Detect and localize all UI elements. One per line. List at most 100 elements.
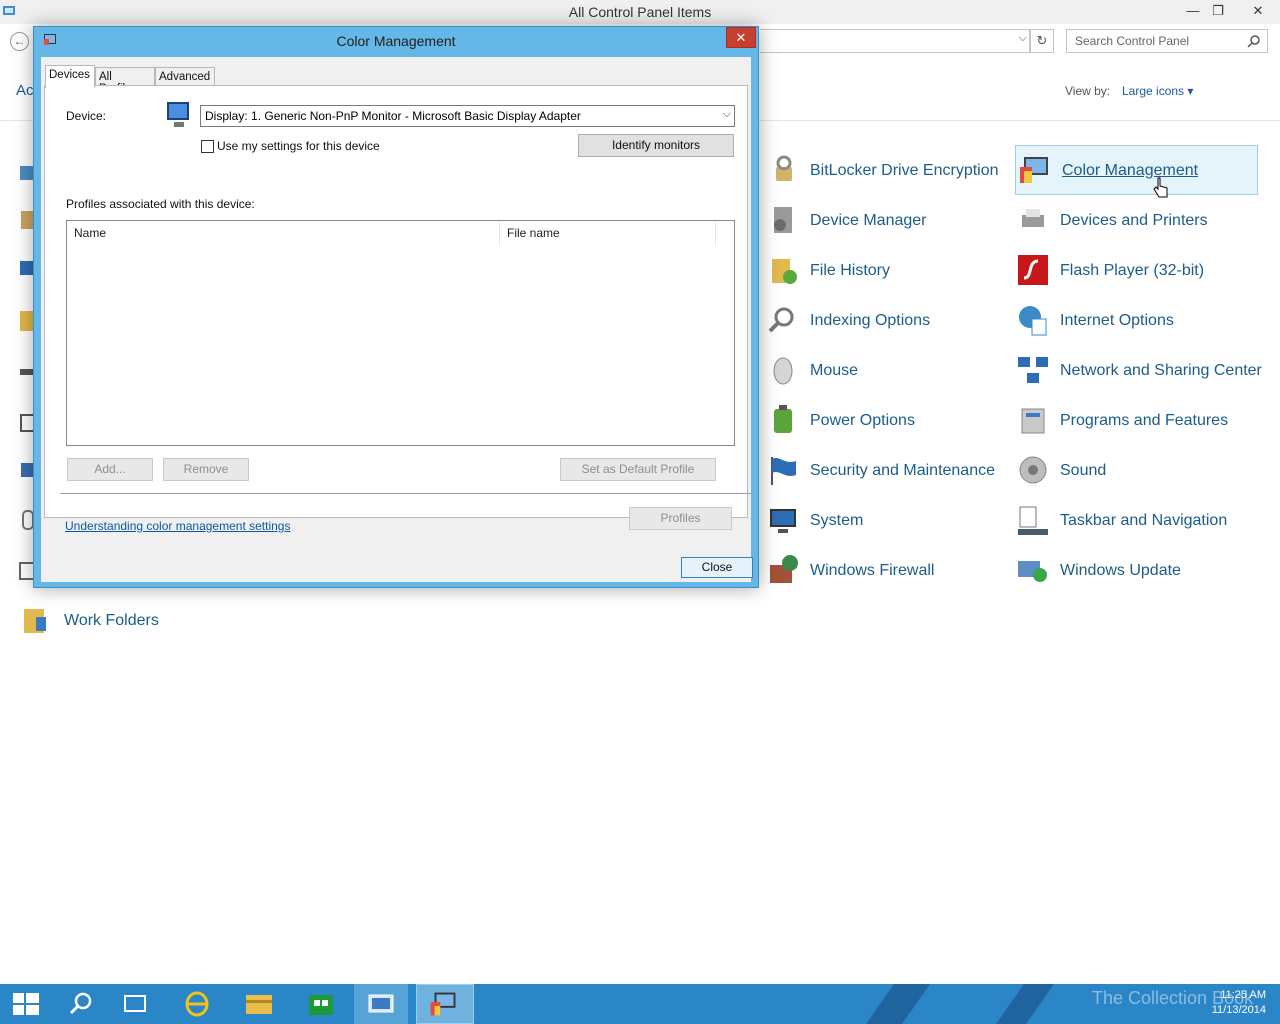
file-history-icon — [772, 259, 797, 284]
cp-item-sound[interactable]: Sound — [1016, 447, 1106, 493]
cp-item-label: Flash Player (32-bit) — [1060, 261, 1205, 279]
cp-item-flash-player[interactable]: Flash Player (32-bit) — [1016, 247, 1204, 293]
cp-item-devices-printers[interactable]: Devices and Printers — [1016, 197, 1208, 243]
color-management-taskbar-icon[interactable] — [416, 984, 474, 1024]
cp-item-label: Programs and Features — [1060, 411, 1229, 429]
cp-item-file-history[interactable]: File History — [766, 247, 890, 293]
cp-item-taskbar-navigation[interactable]: Taskbar and Navigation — [1016, 497, 1227, 543]
wallpaper-stripe — [865, 984, 931, 1024]
devices-printers-icon — [1022, 209, 1044, 227]
window-title: All Control Panel Items — [568, 4, 712, 20]
cp-item-system[interactable]: System — [766, 497, 863, 543]
add-button[interactable]: Add... — [67, 458, 153, 481]
column-header-name[interactable]: Name — [67, 221, 500, 245]
cp-item-network-sharing[interactable]: Network and Sharing Center — [1016, 347, 1262, 393]
chevron-down-icon[interactable]: ⌵ — [1019, 32, 1027, 45]
work-folders-icon — [24, 609, 46, 633]
close-button[interactable]: Close — [681, 557, 753, 578]
view-by-dropdown[interactable]: Large icons ▾ — [1122, 84, 1193, 98]
cp-item-bitlocker[interactable]: BitLocker Drive Encryption — [766, 147, 999, 193]
device-dropdown-value: Display: 1. Generic Non-PnP Monitor - Mi… — [205, 109, 581, 123]
indexing-options-icon — [768, 307, 794, 333]
store-icon[interactable] — [294, 984, 348, 1024]
cp-item-indexing-options[interactable]: Indexing Options — [766, 297, 930, 343]
cp-item-windows-firewall[interactable]: Windows Firewall — [766, 547, 934, 593]
cp-item-label: File History — [810, 261, 891, 279]
cp-item-label: Power Options — [810, 411, 915, 429]
taskbar: The Collection Book 11:25 AM 11/13/2014 — [0, 984, 1280, 1024]
cp-item-label: Windows Update — [1060, 561, 1181, 579]
address-field[interactable]: ⌵ — [760, 29, 1030, 53]
search-input[interactable]: Search Control Panel — [1066, 29, 1268, 53]
divider — [60, 493, 752, 494]
identify-monitors-button[interactable]: Identify monitors — [578, 134, 734, 157]
bitlocker-icon — [776, 155, 792, 181]
cp-item-label: Device Manager — [810, 211, 927, 229]
cp-item-label: BitLocker Drive Encryption — [810, 161, 999, 179]
cp-item-label: System — [810, 511, 864, 529]
cp-item-work-folders[interactable]: Work Folders — [20, 597, 159, 643]
set-default-profile-button[interactable]: Set as Default Profile — [560, 458, 716, 481]
column-header-file-name[interactable]: File name — [500, 221, 716, 245]
device-dropdown[interactable]: Display: 1. Generic Non-PnP Monitor - Mi… — [200, 105, 735, 127]
cp-item-mouse[interactable]: Mouse — [766, 347, 858, 393]
file-explorer-icon[interactable] — [232, 984, 286, 1024]
tab-advanced[interactable]: Advanced — [155, 67, 215, 87]
chevron-down-icon[interactable]: ⌵ — [723, 108, 731, 121]
cp-item-label: Mouse — [810, 361, 859, 379]
search-icon[interactable] — [1247, 34, 1261, 48]
sound-icon — [1019, 456, 1047, 484]
device-manager-icon — [774, 207, 792, 233]
wallpaper-stripe — [995, 984, 1055, 1024]
cp-item-label: Security and Maintenance — [810, 461, 995, 479]
profiles-button[interactable]: Profiles — [629, 507, 732, 530]
use-my-settings-checkbox[interactable] — [201, 140, 214, 153]
network-sharing-icon — [1018, 357, 1048, 383]
cp-item-label: Color Management — [1062, 161, 1199, 179]
cp-item-security-maintenance[interactable]: Security and Maintenance — [766, 447, 995, 493]
cp-item-label: Network and Sharing Center — [1060, 361, 1262, 379]
programs-features-icon — [1021, 408, 1045, 434]
windows-firewall-icon — [770, 555, 798, 583]
power-options-icon — [774, 405, 792, 433]
tab-devices[interactable]: Devices — [45, 65, 95, 88]
remove-button[interactable]: Remove — [163, 458, 249, 481]
breadcrumb[interactable]: Ac — [16, 82, 34, 99]
cp-item-color-management[interactable]: Color Management — [1015, 145, 1258, 198]
cp-item-label: Work Folders — [64, 611, 159, 629]
windows-update-icon — [1018, 561, 1047, 582]
start-windows-icon[interactable] — [0, 984, 54, 1024]
use-my-settings-label: Use my settings for this device — [217, 139, 380, 153]
cp-item-power-options[interactable]: Power Options — [766, 397, 915, 443]
control-panel-titlebar: All Control Panel Items — ❐ ✕ — [0, 0, 1280, 24]
internet-explorer-icon[interactable] — [170, 984, 224, 1024]
clock[interactable]: 11:25 AM 11/13/2014 — [1212, 988, 1266, 1018]
task-view-icon[interactable] — [108, 984, 162, 1024]
internet-options-icon — [1019, 306, 1047, 336]
window-close-button[interactable]: ✕ — [1240, 0, 1276, 22]
devices-tab-panel: Device: Display: 1. Generic Non-PnP Moni… — [44, 85, 752, 518]
understanding-color-link[interactable]: Understanding color management settings — [65, 519, 290, 533]
flash-player-icon — [1018, 255, 1048, 285]
tab-all-profiles[interactable]: All Profiles — [95, 67, 155, 95]
cp-item-device-manager[interactable]: Device Manager — [766, 197, 927, 243]
back-arrow-icon[interactable]: ← — [10, 32, 29, 51]
control-panel-taskbar-icon[interactable] — [354, 984, 408, 1024]
device-label: Device: — [66, 109, 107, 123]
cp-item-windows-update[interactable]: Windows Update — [1016, 547, 1181, 593]
dialog-title: Color Management — [336, 33, 456, 49]
refresh-icon[interactable]: ↻ — [1030, 29, 1054, 53]
monitor-icon — [167, 102, 189, 127]
profiles-label: Profiles associated with this device: — [66, 197, 255, 211]
search-icon[interactable] — [54, 984, 108, 1024]
view-by-label: View by: — [1065, 84, 1111, 98]
dialog-close-icon[interactable]: ✕ — [726, 27, 756, 48]
mouse-icon — [773, 357, 793, 385]
cp-item-label: Internet Options — [1060, 311, 1174, 329]
cp-item-programs-features[interactable]: Programs and Features — [1016, 397, 1228, 443]
maximize-button[interactable]: ❐ — [1203, 0, 1233, 22]
cp-item-internet-options[interactable]: Internet Options — [1016, 297, 1174, 343]
clock-date: 11/13/2014 — [1211, 1004, 1266, 1016]
profiles-list[interactable]: Name File name — [66, 220, 735, 446]
security-maintenance-icon — [771, 457, 796, 485]
